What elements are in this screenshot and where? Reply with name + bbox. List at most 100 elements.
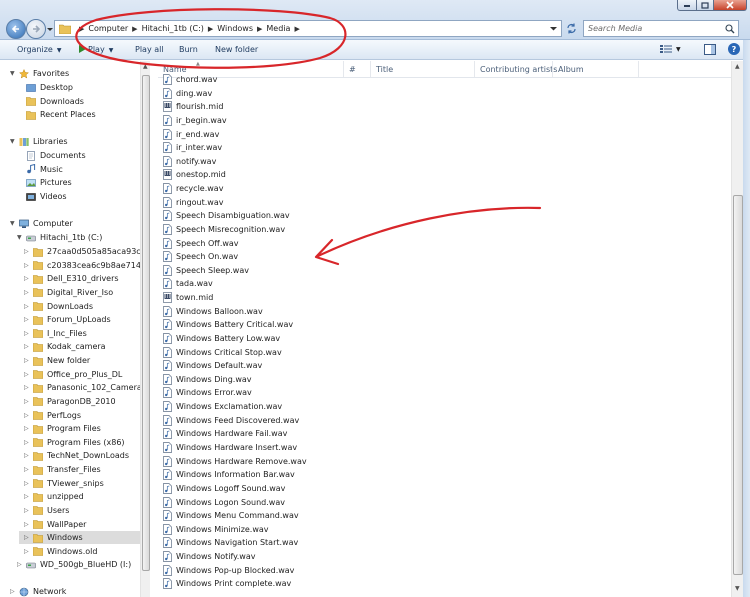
nav-favorites[interactable]: ▼ Favorites [10, 67, 69, 80]
collapsed-chevron-icon[interactable]: ▷ [24, 425, 29, 432]
content-scroll-thumb[interactable] [733, 195, 743, 575]
file-row[interactable]: Windows Battery Critical.wav [163, 318, 293, 331]
nav-item-desktop[interactable]: Desktop [26, 81, 73, 94]
file-row[interactable]: tada.wav [163, 277, 213, 290]
file-row[interactable]: Speech Disambiguation.wav [163, 209, 290, 222]
views-icon[interactable] [660, 44, 672, 54]
minimize-button[interactable] [677, 0, 697, 11]
file-row[interactable]: Windows Navigation Start.wav [163, 536, 298, 549]
collapsed-chevron-icon[interactable]: ▷ [24, 384, 29, 391]
search-box[interactable] [583, 20, 739, 37]
chevron-right-icon[interactable]: ▶ [208, 25, 213, 33]
back-button[interactable] [6, 19, 26, 39]
nav-folder[interactable]: ▷ DownLoads [24, 300, 93, 313]
nav-folder[interactable]: ▷ Forum_UpLoads [24, 313, 111, 326]
file-row[interactable]: recycle.wav [163, 182, 223, 195]
nav-folder[interactable]: ▷ TechNet_DownLoads [24, 449, 129, 462]
expanded-chevron-icon[interactable]: ▼ [10, 70, 15, 77]
file-row[interactable]: Windows Default.wav [163, 359, 262, 372]
nav-folder[interactable]: ▷ PerfLogs [24, 409, 81, 422]
expanded-chevron-icon[interactable]: ▼ [10, 220, 15, 227]
file-row[interactable]: Windows Minimize.wav [163, 523, 269, 536]
file-row[interactable]: Windows Ding.wav [163, 373, 252, 386]
file-row[interactable]: Speech Sleep.wav [163, 264, 249, 277]
help-button[interactable]: ? [728, 43, 740, 55]
nav-folder[interactable]: ▷ Program Files [24, 422, 101, 435]
expanded-chevron-icon[interactable]: ▼ [10, 138, 15, 145]
nav-folder[interactable]: ▷ I_Inc_Files [24, 327, 87, 340]
address-field[interactable]: ▶ Computer ▶ Hitachi_1tb (C:) ▶ Windows … [54, 20, 562, 37]
nav-folder[interactable]: ▷ 27caa0d505a85aca93c1c0b8 [24, 245, 150, 258]
file-row[interactable]: onestop.mid [163, 168, 226, 181]
scroll-down-icon[interactable]: ▼ [735, 585, 740, 592]
collapsed-chevron-icon[interactable]: ▷ [24, 452, 29, 459]
organize-button[interactable]: Organize ▼ [17, 45, 61, 54]
collapsed-chevron-icon[interactable]: ▷ [24, 439, 29, 446]
nav-folder[interactable]: ▷ Windows.old [24, 545, 97, 558]
nav-drive-i[interactable]: ▷ WD_500gb_BlueHD (I:) [17, 558, 131, 571]
nav-folder[interactable]: ▷ TViewer_snips [24, 477, 104, 490]
nav-scrollbar[interactable]: ▲ [140, 61, 150, 597]
collapsed-chevron-icon[interactable]: ▷ [24, 507, 29, 514]
chevron-right-icon[interactable]: ▶ [294, 25, 299, 33]
file-row[interactable]: Windows Information Bar.wav [163, 468, 295, 481]
file-row[interactable]: Speech On.wav [163, 250, 238, 263]
breadcrumb-windows[interactable]: Windows [217, 24, 253, 33]
file-row[interactable]: ringout.wav [163, 196, 223, 209]
play-all-button[interactable]: Play all [135, 45, 164, 54]
search-input[interactable] [588, 24, 718, 33]
file-row[interactable]: Windows Critical Stop.wav [163, 346, 282, 359]
scroll-up-icon[interactable]: ▲ [143, 63, 148, 70]
collapsed-chevron-icon[interactable]: ▷ [24, 330, 29, 337]
nav-folder[interactable]: ▷ Windows [19, 531, 146, 545]
file-row[interactable]: Windows Logoff Sound.wav [163, 482, 285, 495]
collapsed-chevron-icon[interactable]: ▷ [24, 262, 29, 269]
collapsed-chevron-icon[interactable]: ▷ [10, 588, 15, 595]
scroll-up-icon[interactable]: ▲ [735, 63, 740, 70]
collapsed-chevron-icon[interactable]: ▷ [24, 398, 29, 405]
nav-folder[interactable]: ▷ Panasonic_102_Camera [24, 381, 142, 394]
nav-folder[interactable]: ▷ WallPaper [24, 518, 86, 531]
collapsed-chevron-icon[interactable]: ▷ [24, 303, 29, 310]
chevron-down-icon[interactable] [549, 24, 558, 33]
file-row[interactable]: ding.wav [163, 87, 212, 100]
file-row[interactable]: Windows Exclamation.wav [163, 400, 282, 413]
collapsed-chevron-icon[interactable]: ▷ [24, 480, 29, 487]
file-row[interactable]: Windows Balloon.wav [163, 305, 263, 318]
file-row[interactable]: chord.wav [163, 73, 217, 86]
nav-libraries[interactable]: ▼ Libraries [10, 135, 68, 148]
collapsed-chevron-icon[interactable]: ▷ [24, 521, 29, 528]
chevron-right-icon[interactable]: ▶ [132, 25, 137, 33]
nav-item-downloads[interactable]: Downloads [26, 95, 84, 108]
file-row[interactable]: Windows Feed Discovered.wav [163, 414, 299, 427]
file-row[interactable]: Windows Hardware Insert.wav [163, 441, 297, 454]
nav-item-documents[interactable]: Documents [26, 149, 86, 162]
file-row[interactable]: ir_inter.wav [163, 141, 222, 154]
collapsed-chevron-icon[interactable]: ▷ [24, 316, 29, 323]
breadcrumb-computer[interactable]: Computer [88, 24, 128, 33]
recent-pages-dropdown[interactable] [46, 24, 54, 34]
file-row[interactable]: Windows Print complete.wav [163, 577, 291, 590]
nav-folder[interactable]: ▷ Program Files (x86) [24, 436, 125, 449]
file-row[interactable]: Speech Off.wav [163, 237, 239, 250]
chevron-right-icon[interactable]: ▶ [257, 25, 262, 33]
new-folder-button[interactable]: New folder [215, 45, 258, 54]
chevron-right-icon[interactable]: ▶ [79, 25, 84, 33]
nav-drive-c[interactable]: ▼ Hitachi_1tb (C:) [17, 231, 102, 244]
file-row[interactable]: Windows Hardware Fail.wav [163, 427, 287, 440]
nav-folder[interactable]: ▷ Dell_E310_drivers [24, 272, 119, 285]
nav-item-pictures[interactable]: Pictures [26, 176, 72, 189]
collapsed-chevron-icon[interactable]: ▷ [24, 343, 29, 350]
close-button[interactable] [713, 0, 747, 11]
file-row[interactable]: Windows Pop-up Blocked.wav [163, 564, 294, 577]
forward-button[interactable] [26, 19, 46, 39]
file-row[interactable]: notify.wav [163, 155, 216, 168]
nav-folder[interactable]: ▷ Users [24, 504, 69, 517]
file-row[interactable]: Speech Misrecognition.wav [163, 223, 285, 236]
refresh-button[interactable] [563, 20, 579, 37]
nav-folder[interactable]: ▷ Office_pro_Plus_DL [24, 368, 122, 381]
nav-folder[interactable]: ▷ unzipped [24, 490, 84, 503]
collapsed-chevron-icon[interactable]: ▷ [24, 289, 29, 296]
search-icon[interactable] [725, 24, 735, 34]
pane-splitter[interactable] [150, 61, 158, 597]
